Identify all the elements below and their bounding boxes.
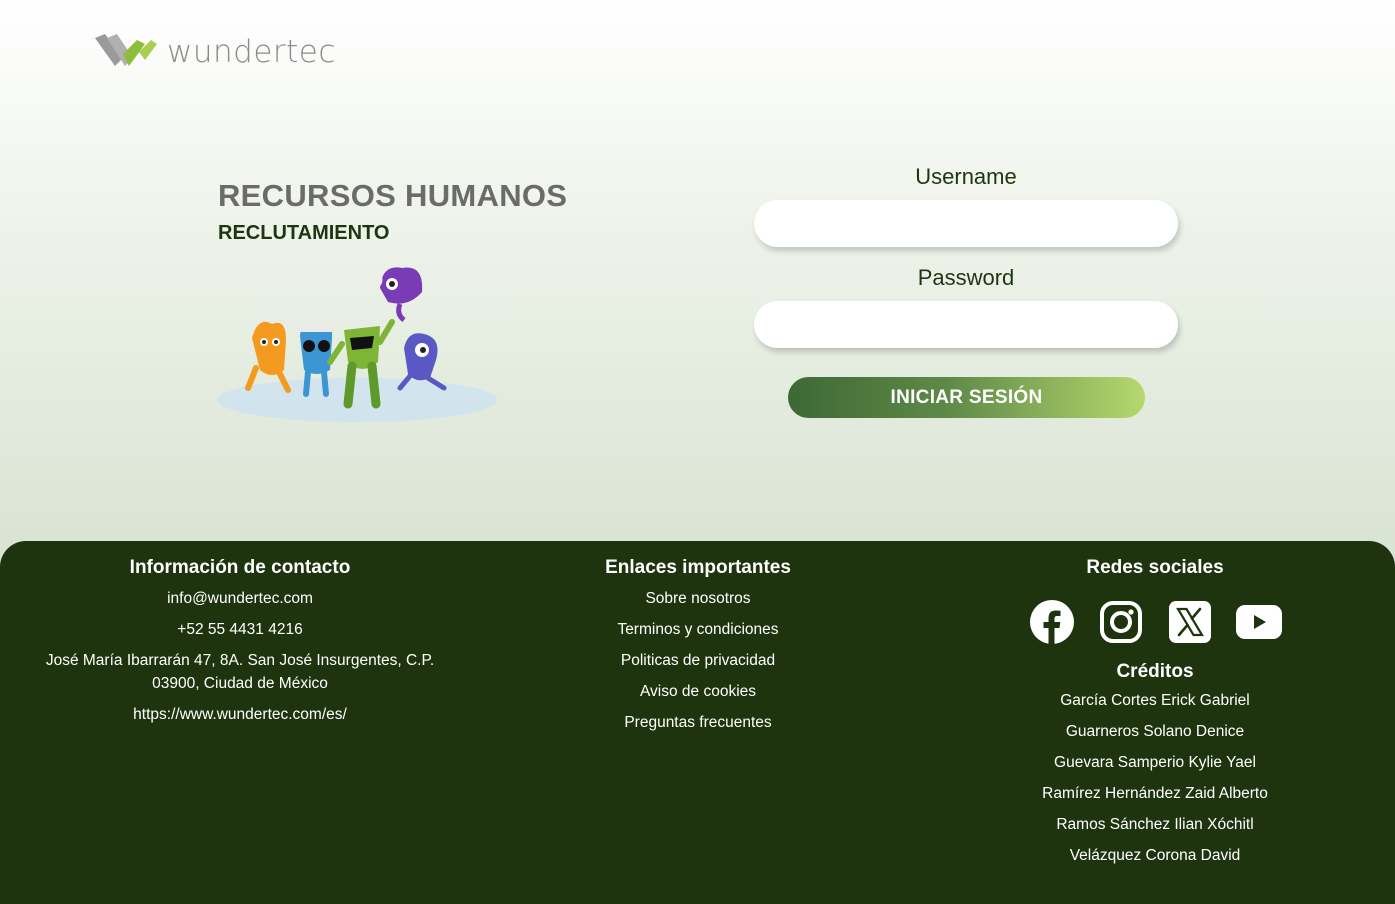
credits-section: Créditos García Cortes Erick Gabriel Gua… (1005, 661, 1305, 867)
facebook-icon[interactable] (1029, 599, 1075, 645)
credits-heading: Créditos (1116, 661, 1194, 682)
footer: Información de contacto info@wundertec.c… (0, 541, 1395, 904)
social-section: Redes sociales Créditos García Cortes Er… (1005, 557, 1305, 875)
page-title: RECURSOS HUMANOS (218, 178, 568, 213)
purple-monster (365, 267, 423, 322)
brand-logo[interactable]: wundertec (93, 32, 336, 72)
credit-name: Velázquez Corona David (1069, 847, 1241, 864)
username-label: Username (915, 164, 1017, 189)
login-button[interactable]: INICIAR SESIÓN (788, 377, 1145, 418)
link-about[interactable]: Sobre nosotros (548, 587, 848, 610)
credit-name: Guarneros Solano Denice (1065, 723, 1245, 740)
password-input[interactable] (754, 301, 1178, 348)
wundertec-logo-icon (95, 34, 157, 66)
contact-heading: Información de contacto (129, 557, 351, 578)
link-faq[interactable]: Preguntas frecuentes (548, 711, 848, 734)
login-form: Username Password (754, 160, 1178, 362)
contact-address: José María Ibarrarán 47, 8A. San José In… (45, 652, 435, 692)
contact-section: Información de contacto info@wundertec.c… (40, 557, 440, 734)
violet-monster (397, 333, 447, 391)
x-icon[interactable] (1167, 599, 1213, 645)
credit-name: García Cortes Erick Gabriel (1060, 692, 1250, 709)
credit-name: Ramírez Hernández Zaid Alberto (1042, 785, 1268, 802)
link-privacy[interactable]: Politicas de privacidad (548, 649, 848, 672)
monsters-illustration (217, 267, 497, 422)
contact-email[interactable]: info@wundertec.com (40, 587, 440, 610)
link-cookies[interactable]: Aviso de cookies (548, 680, 848, 703)
brand-name: wundertec (167, 34, 336, 70)
orange-monster (245, 321, 291, 393)
contact-website[interactable]: https://www.wundertec.com/es/ (40, 703, 440, 726)
page-subtitle: RECLUTAMIENTO (218, 222, 390, 244)
credit-name: Ramos Sánchez Ilian Xóchitl (1056, 816, 1254, 833)
social-icons (1005, 599, 1305, 645)
password-label: Password (917, 265, 1015, 290)
links-section: Enlaces importantes Sobre nosotros Termi… (548, 557, 848, 742)
instagram-icon[interactable] (1098, 599, 1144, 645)
username-input[interactable] (754, 200, 1178, 247)
youtube-icon[interactable] (1235, 599, 1282, 645)
contact-phone[interactable]: +52 55 4431 4216 (40, 618, 440, 641)
credit-name: Guevara Samperio Kylie Yael (1054, 754, 1256, 771)
social-heading: Redes sociales (1086, 557, 1224, 578)
link-terms[interactable]: Terminos y condiciones (548, 618, 848, 641)
links-heading: Enlaces importantes (605, 557, 791, 578)
